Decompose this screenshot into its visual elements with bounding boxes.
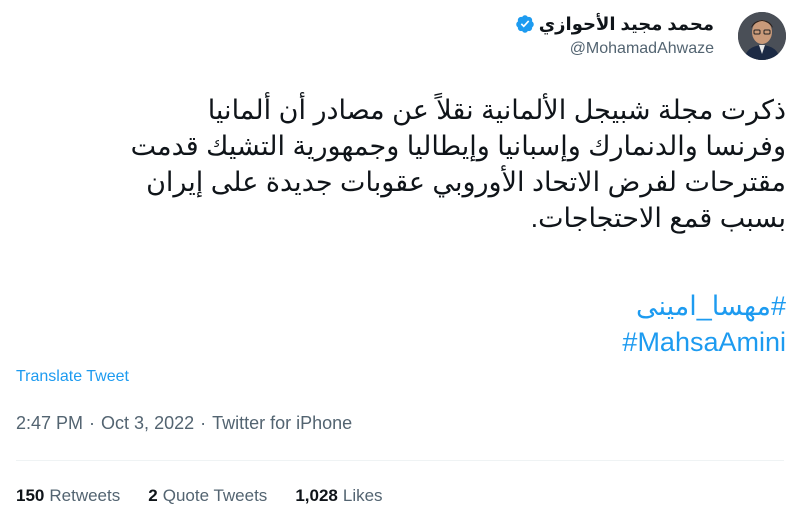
meta-separator: · xyxy=(200,413,207,433)
tweet-stats: 150 Retweets 2 Quote Tweets 1,028 Likes xyxy=(16,486,383,506)
hashtag-link-arabic[interactable]: #مهسا_امینی xyxy=(622,288,786,324)
tweet-source[interactable]: Twitter for iPhone xyxy=(212,413,352,434)
retweets-count: 150 xyxy=(16,486,45,505)
tweet-time[interactable]: 2:47 PM xyxy=(16,413,83,434)
tweet-metadata: 2:47 PM · Oct 3, 2022 · Twitter for iPho… xyxy=(16,413,352,434)
author-display-name[interactable]: محمد مجيد الأحوازي xyxy=(539,14,714,35)
likes-label: Likes xyxy=(342,486,383,505)
tweet-text: ذكرت مجلة شبيجل الألمانية نقلاً عن مصادر… xyxy=(130,95,786,233)
tweet-author: محمد مجيد الأحوازي @MohamadAhwaze xyxy=(515,12,714,58)
retweets-label: Retweets xyxy=(49,486,121,505)
likes-count: 1,028 xyxy=(295,486,338,505)
tweet-date[interactable]: Oct 3, 2022 xyxy=(101,413,194,434)
tweet-hashtags: #مهسا_امینی #MahsaAmini xyxy=(622,288,786,360)
author-handle[interactable]: @MohamadAhwaze xyxy=(515,40,714,58)
retweets-stat[interactable]: 150 Retweets xyxy=(16,486,120,506)
translate-tweet-link[interactable]: Translate Tweet xyxy=(16,368,129,386)
avatar[interactable] xyxy=(738,12,786,60)
quote-tweets-label: Quote Tweets xyxy=(162,486,268,505)
hashtag-link-mahsaamini[interactable]: #MahsaAmini xyxy=(622,324,786,360)
likes-stat[interactable]: 1,028 Likes xyxy=(295,486,382,506)
verified-badge-icon xyxy=(515,15,534,33)
divider xyxy=(16,460,784,461)
quote-tweets-count: 2 xyxy=(148,486,158,505)
quote-tweets-stat[interactable]: 2 Quote Tweets xyxy=(148,486,267,506)
meta-separator: · xyxy=(89,413,96,433)
